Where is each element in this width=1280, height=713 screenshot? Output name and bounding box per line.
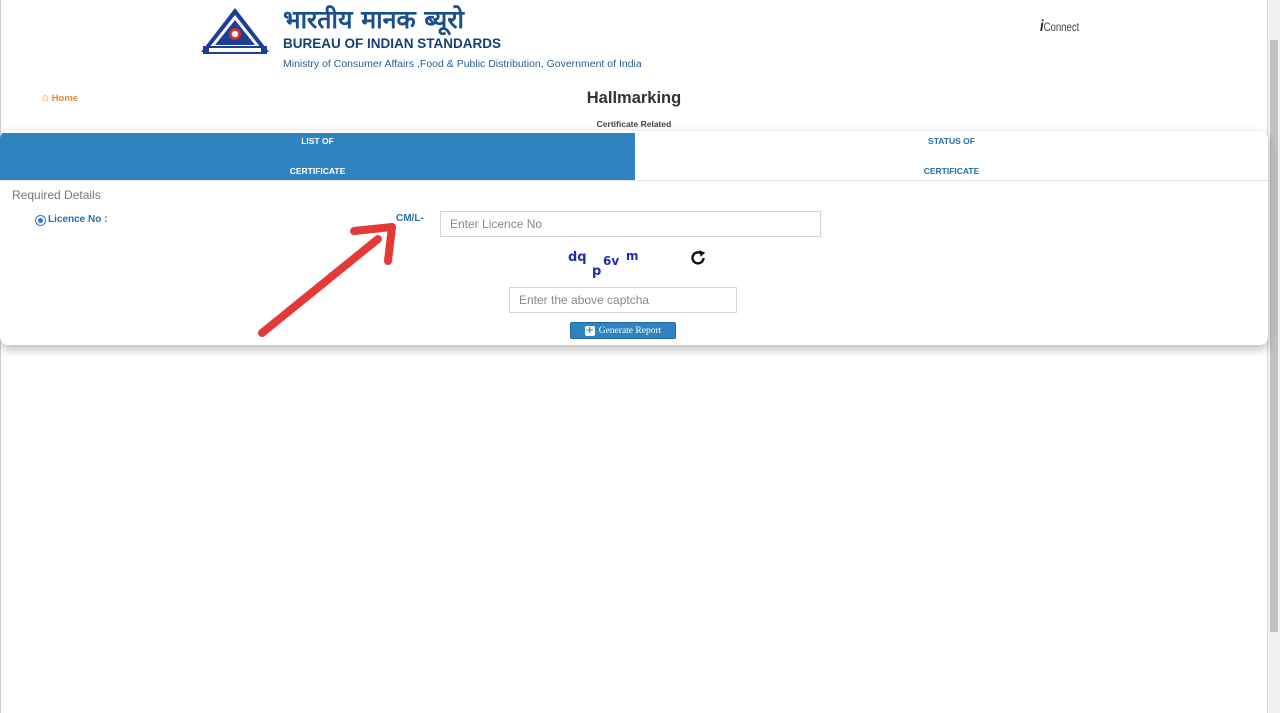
- svg-text:m: m: [626, 249, 639, 263]
- tab-divider: [0, 180, 1268, 181]
- tab-line-2: CERTIFICATE: [923, 166, 980, 176]
- licence-radio-label[interactable]: Licence No :: [48, 214, 107, 225]
- svg-text:p: p: [592, 264, 601, 279]
- bis-logo-icon: [201, 8, 269, 54]
- licence-radio[interactable]: [35, 215, 46, 226]
- licence-input[interactable]: [440, 211, 821, 237]
- iconnect-logo[interactable]: iConnect: [1040, 18, 1079, 36]
- captcha-image: dq p 6v m: [568, 249, 639, 279]
- generate-report-label: Generate Report: [598, 325, 662, 336]
- tab-line-1: LIST OF: [301, 136, 334, 146]
- certificate-panel: LIST OF CERTIFICATE STATUS OF CERTIFICATE …: [0, 131, 1268, 345]
- tab-list-of-certificate[interactable]: LIST OF CERTIFICATE: [0, 133, 635, 180]
- svg-text:dq: dq: [568, 250, 587, 265]
- plus-square-icon: +: [584, 324, 595, 336]
- page-subtitle: Certificate Related: [596, 119, 672, 129]
- svg-text:6v: 6v: [603, 254, 619, 268]
- annotation-arrow-icon: [258, 223, 396, 337]
- org-title: BUREAU OF INDIAN STANDARDS: [283, 36, 501, 51]
- page-title: Hallmarking: [586, 89, 682, 107]
- captcha-input[interactable]: [509, 287, 737, 313]
- refresh-icon[interactable]: [688, 248, 708, 268]
- scrollbar-thumb[interactable]: [1270, 40, 1278, 632]
- iconnect-text: Connect: [1043, 20, 1080, 34]
- tab-line-1: STATUS OF: [928, 136, 975, 146]
- generate-report-button[interactable]: + Generate Report: [570, 322, 676, 339]
- tab-line-2: CERTIFICATE: [289, 166, 346, 176]
- ministry-subtitle: Ministry of Consumer Affairs ,Food & Pub…: [283, 58, 642, 70]
- hindi-org-title: भारतीय मानक ब्यूरो: [283, 5, 464, 34]
- tab-status-of-certificate[interactable]: STATUS OF CERTIFICATE: [635, 133, 1268, 180]
- section-label: Required Details: [12, 188, 101, 202]
